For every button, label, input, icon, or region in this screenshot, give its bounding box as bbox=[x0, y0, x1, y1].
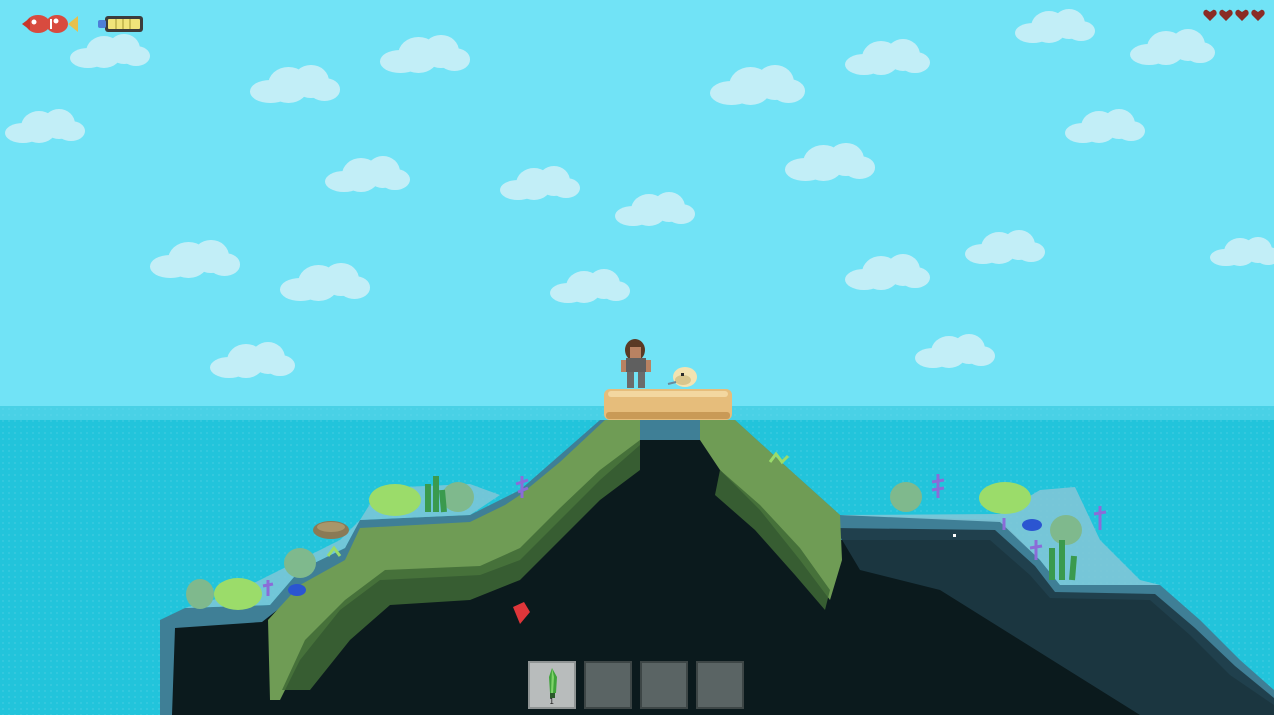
heart-icon bbox=[1251, 9, 1265, 21]
cream-critter bbox=[667, 367, 697, 387]
heart-icon bbox=[1219, 9, 1233, 21]
coral-ball bbox=[442, 482, 474, 512]
hotbar-slot-1[interactable]: 1 bbox=[528, 661, 576, 709]
heart-icon bbox=[1203, 9, 1217, 21]
fish-icon bbox=[22, 15, 78, 33]
hotbar-slot-2[interactable] bbox=[584, 661, 632, 709]
island-terrain bbox=[160, 339, 1274, 715]
hotbar-slot-3[interactable] bbox=[640, 661, 688, 709]
oxygen-tank-icon bbox=[98, 16, 143, 32]
player-character bbox=[621, 339, 651, 388]
heart-icon bbox=[1235, 9, 1249, 21]
blue-anemone bbox=[288, 584, 306, 596]
slot-count: 1 bbox=[549, 697, 554, 706]
kelp bbox=[425, 476, 447, 513]
health-hearts bbox=[1203, 9, 1265, 21]
hotbar: 1 bbox=[528, 661, 744, 709]
game-viewport[interactable]: 1 bbox=[0, 0, 1274, 715]
hud-status bbox=[12, 12, 152, 40]
hotbar-slot-4[interactable] bbox=[696, 661, 744, 709]
seaweed-bush bbox=[369, 484, 421, 516]
